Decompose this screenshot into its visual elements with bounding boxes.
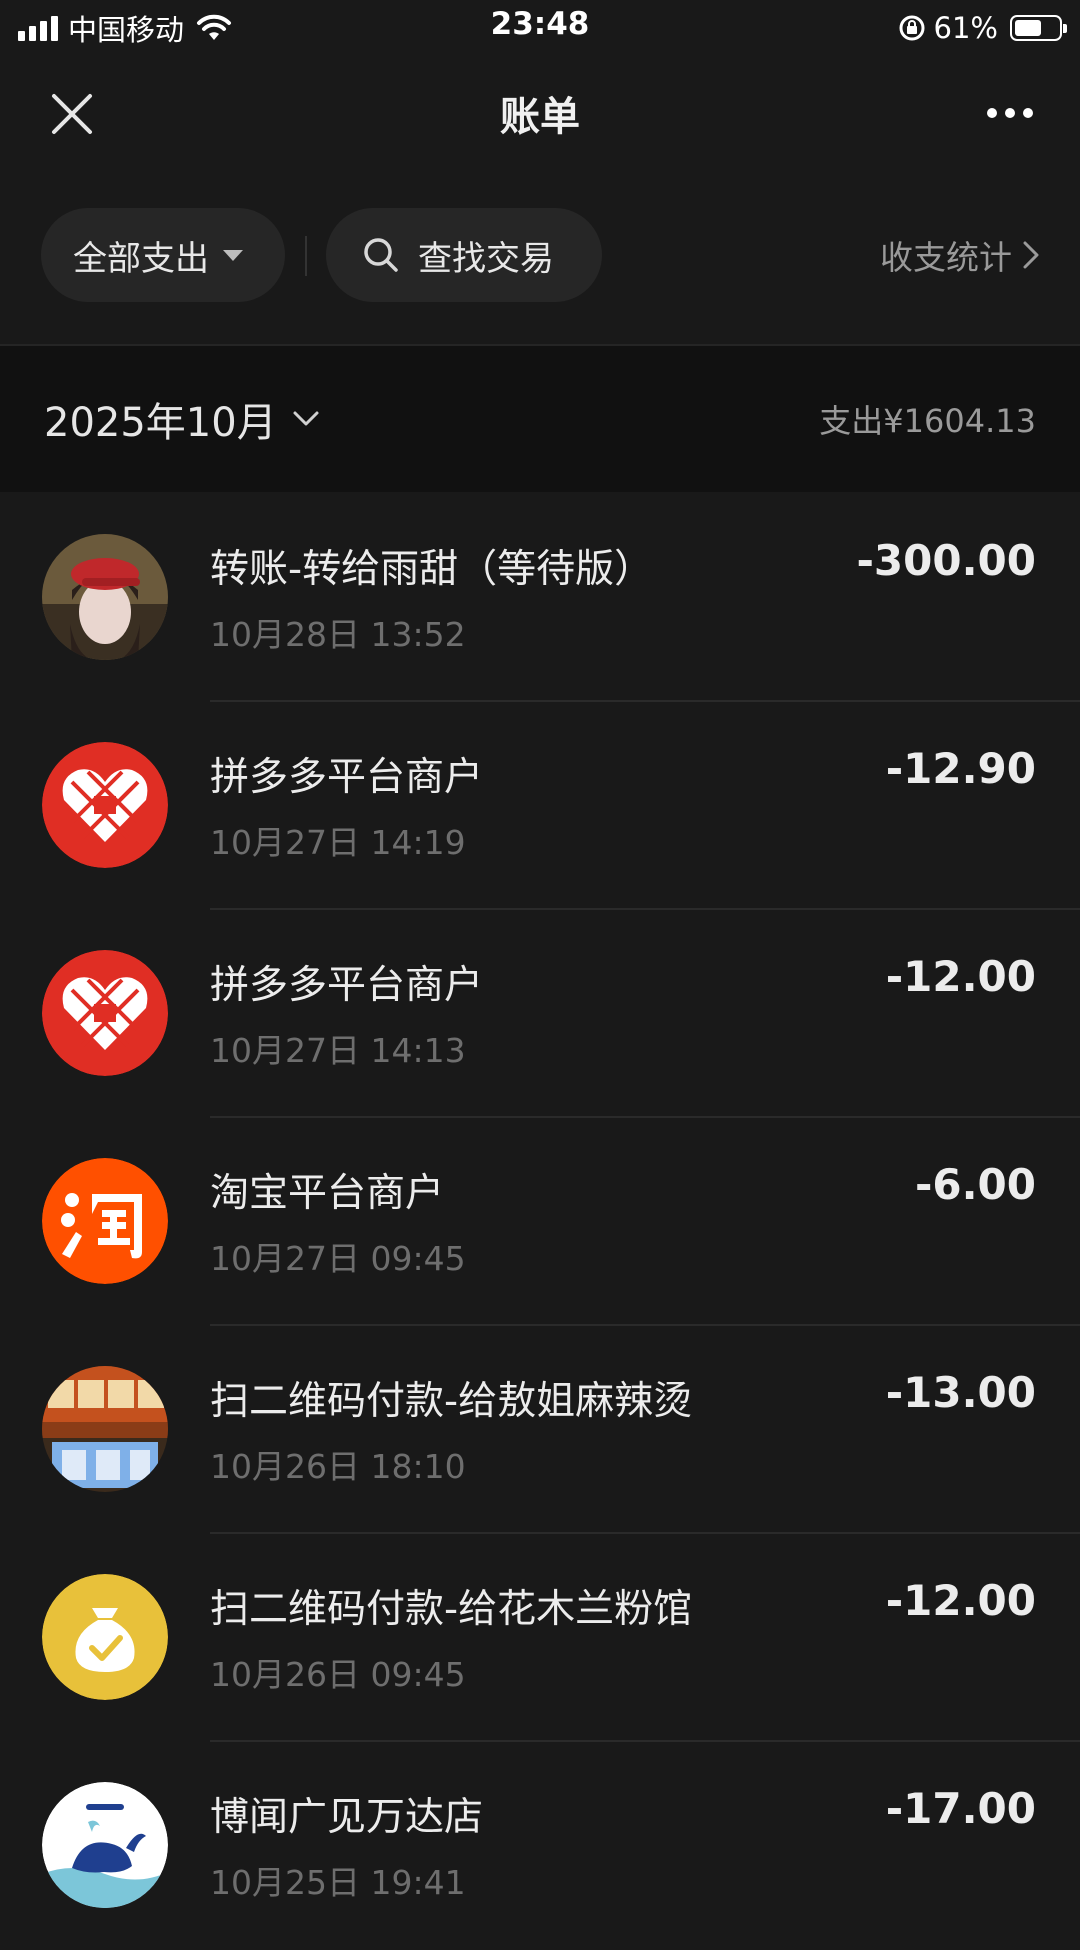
transaction-amount: -17.00: [885, 1784, 1036, 1833]
type-filter-label: 全部支出: [73, 238, 209, 279]
transaction-name: 淘宝平台商户: [210, 1171, 445, 1216]
more-button[interactable]: [980, 98, 1040, 128]
transaction-amount: -13.00: [885, 1368, 1036, 1417]
transaction-time: 10月27日 09:45: [210, 1239, 466, 1278]
transaction-time: 10月25日 19:41: [210, 1863, 466, 1902]
transaction-name: 扫二维码付款-给花木兰粉馆: [210, 1587, 693, 1632]
transaction-row[interactable]: 转账-转给雨甜（等待版） 10月28日 13:52 -300.00: [0, 494, 1080, 702]
page-title: 账单: [500, 94, 580, 140]
taobao-logo: [42, 1158, 168, 1284]
transaction-amount: -6.00: [914, 1160, 1036, 1209]
transaction-row[interactable]: 扫二维码付款-给敖姐麻辣烫 10月26日 18:10 -13.00: [0, 1326, 1080, 1534]
shop-photo-avatar: [42, 1366, 168, 1492]
pinduoduo-logo: [42, 742, 168, 868]
transaction-time: 10月27日 14:13: [210, 1031, 466, 1070]
more-icon: [987, 108, 997, 118]
whale-logo: [42, 1782, 168, 1908]
stats-label: 收支统计: [880, 238, 1012, 277]
month-header: 2025年10月 支出¥1604.13: [0, 346, 1080, 492]
battery-icon: [1010, 15, 1067, 41]
battery-fill: [1015, 20, 1041, 36]
search-label: 查找交易: [418, 238, 554, 279]
transaction-name: 拼多多平台商户: [210, 755, 484, 800]
transaction-row[interactable]: 淘宝平台商户 10月27日 09:45 -6.00: [0, 1118, 1080, 1326]
person-avatar: [42, 534, 168, 660]
transaction-amount: -300.00: [856, 536, 1036, 585]
transaction-amount: -12.90: [885, 744, 1036, 793]
chevron-down-icon: [293, 411, 319, 426]
transaction-time: 10月26日 09:45: [210, 1655, 466, 1694]
transaction-name: 博闻广见万达店: [210, 1795, 484, 1840]
nav-bar: 账单: [0, 56, 1080, 164]
transaction-row[interactable]: 拼多多平台商户 10月27日 14:13 -12.00: [0, 910, 1080, 1118]
money-bag-icon: [42, 1574, 168, 1700]
status-bar: 中国移动 23:48 61%: [0, 0, 1080, 56]
transaction-amount: -12.00: [885, 1576, 1036, 1625]
transaction-name: 拼多多平台商户: [210, 963, 484, 1008]
transaction-row[interactable]: 博闻广见万达店 10月25日 19:41 -17.00: [0, 1742, 1080, 1950]
transaction-row[interactable]: 拼多多平台商户 10月27日 14:19 -12.90: [0, 702, 1080, 910]
transaction-time: 10月28日 13:52: [210, 615, 466, 654]
stats-link[interactable]: 收支统计: [880, 208, 1040, 302]
pinduoduo-logo: [42, 950, 168, 1076]
caret-down-icon: [223, 249, 243, 261]
transaction-time: 10月26日 18:10: [210, 1447, 466, 1486]
chevron-right-icon: [1023, 241, 1039, 269]
transaction-amount: -12.00: [885, 952, 1036, 1001]
rotation-lock-icon: [899, 15, 925, 41]
month-expense-total: 支出¥1604.13: [819, 402, 1036, 440]
transaction-row[interactable]: 扫二维码付款-给花木兰粉馆 10月26日 09:45 -12.00: [0, 1534, 1080, 1742]
filter-bar: 全部支出 查找交易 收支统计: [0, 208, 1080, 302]
transaction-name: 转账-转给雨甜（等待版）: [210, 547, 654, 592]
month-label: 2025年10月: [44, 400, 277, 446]
money-bag-avatar: [42, 1574, 168, 1700]
status-right: 61%: [898, 8, 1067, 48]
transaction-name: 扫二维码付款-给敖姐麻辣烫: [210, 1379, 693, 1424]
transaction-time: 10月27日 14:19: [210, 823, 466, 862]
transaction-list: 转账-转给雨甜（等待版） 10月28日 13:52 -300.00 拼多多平台商…: [0, 494, 1080, 1950]
month-selector[interactable]: 2025年10月: [44, 390, 321, 448]
battery-percent: 61%: [933, 11, 998, 45]
search-icon: [364, 238, 398, 272]
search-transactions-button[interactable]: 查找交易: [326, 208, 602, 302]
type-filter-dropdown[interactable]: 全部支出: [41, 208, 285, 302]
divider: [305, 236, 307, 276]
